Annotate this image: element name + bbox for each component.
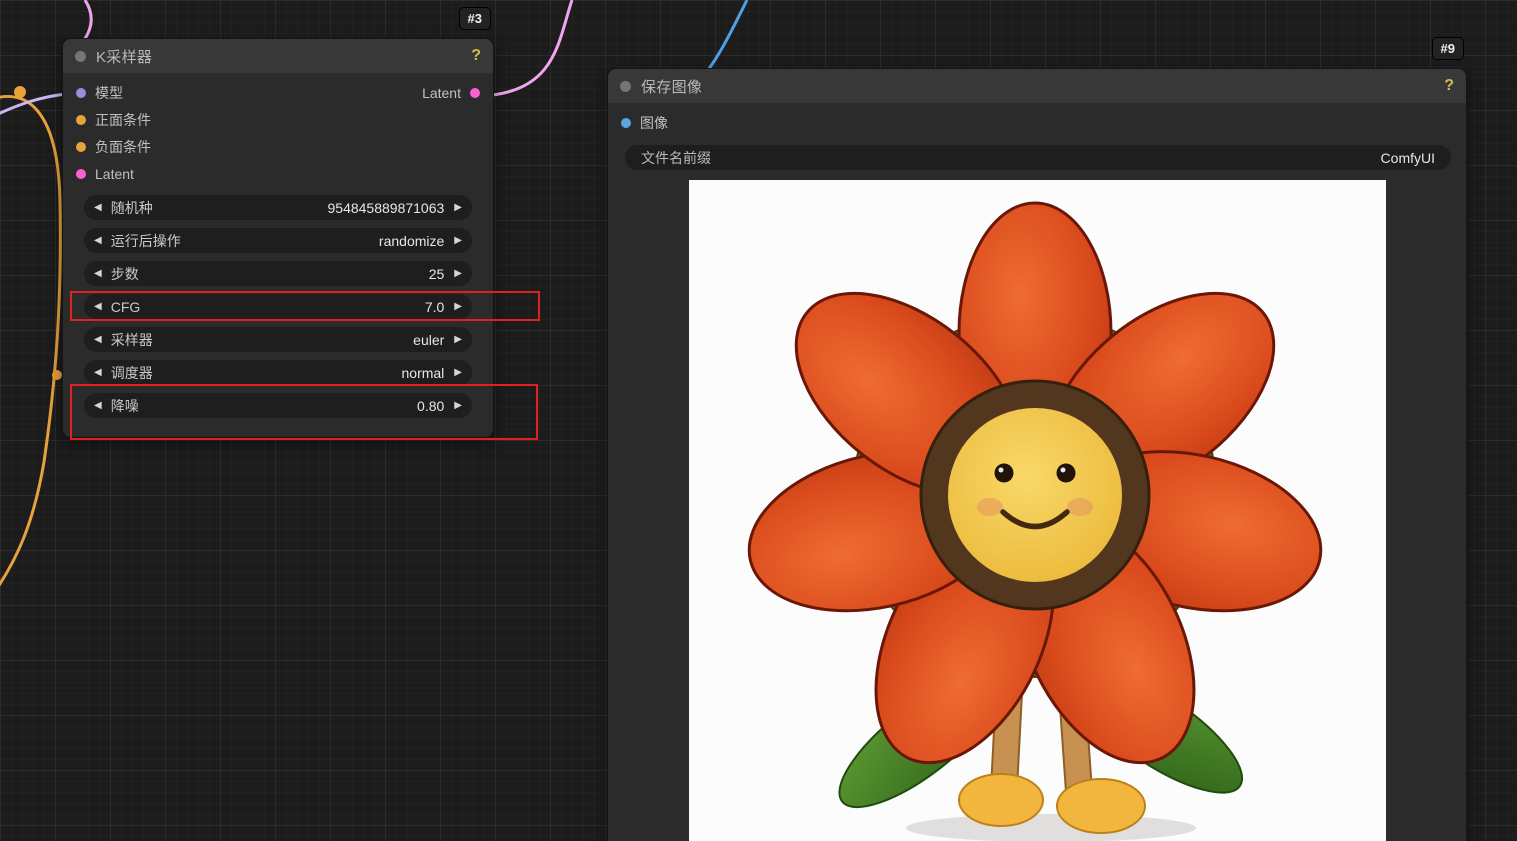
widget-value[interactable]: randomize [379, 233, 444, 249]
widget-label: 文件名前缀 [641, 149, 711, 166]
increment-arrow-icon[interactable] [454, 335, 462, 345]
slot-label: 图像 [640, 114, 668, 131]
widget-value[interactable]: ComfyUI [1381, 150, 1435, 166]
node-save-image[interactable]: #9 保存图像 ? 图像 文件名前缀 ComfyUI [607, 37, 1467, 841]
node-ksampler[interactable]: #3 K采样器 ? 模型 Latent 正面条件 负面条件 Latent ◀ 随… [62, 7, 494, 438]
widget-value[interactable]: 954845889871063 [328, 200, 445, 216]
increment-arrow-icon[interactable] [454, 203, 462, 213]
help-icon[interactable]: ? [1444, 77, 1454, 95]
widget-value[interactable]: euler [413, 332, 444, 348]
increment-arrow-icon[interactable] [454, 368, 462, 378]
widget-label: 步数 [110, 265, 139, 282]
widget-control-after-generate[interactable]: 运行后操作 randomize [84, 228, 472, 253]
preview-image[interactable] [688, 180, 1386, 841]
node-graph-canvas[interactable]: #3 K采样器 ? 模型 Latent 正面条件 负面条件 Latent ◀ 随… [0, 0, 1517, 841]
highlight-box-denoise [70, 384, 538, 440]
help-icon[interactable]: ? [471, 47, 481, 65]
collapse-dot-icon[interactable] [620, 80, 631, 92]
input-slot-model[interactable]: 模型 Latent [63, 79, 493, 106]
node-titlebar[interactable]: 保存图像 ? [608, 69, 1466, 103]
latent-slot-dot-icon[interactable] [76, 168, 86, 179]
decrement-arrow-icon[interactable] [94, 236, 102, 246]
output-slot-latent[interactable]: Latent [422, 79, 480, 106]
widget-label: 运行后操作 [110, 232, 181, 249]
widget-label: 调度器 [110, 364, 153, 381]
input-slot-latent[interactable]: Latent [63, 160, 493, 187]
slot-label: 正面条件 [95, 111, 151, 128]
widget-label: 采样器 [110, 331, 153, 348]
node-id-badge: #9 [1431, 37, 1464, 60]
wire-orange-dot-2 [52, 370, 62, 380]
decrement-arrow-icon[interactable] [94, 368, 102, 378]
wire-orange-left [0, 95, 62, 587]
slot-label: Latent [95, 165, 134, 182]
wire-pink-latent [481, 0, 574, 98]
slot-label: 负面条件 [95, 138, 151, 155]
highlight-box-cfg [70, 291, 540, 321]
slot-list: 模型 Latent 正面条件 负面条件 Latent [63, 73, 493, 187]
input-slot-image[interactable]: 图像 [608, 109, 1466, 136]
node-title: 保存图像 [641, 78, 703, 96]
latent-output-dot-icon[interactable] [470, 87, 480, 98]
widget-scheduler[interactable]: 调度器 normal [84, 360, 472, 385]
input-slot-negative[interactable]: 负面条件 [63, 133, 493, 160]
flower-plush-illustration [688, 180, 1386, 841]
widget-sampler[interactable]: 采样器 euler [84, 327, 472, 352]
wire-purple-left [0, 92, 67, 115]
decrement-arrow-icon[interactable] [94, 335, 102, 345]
wire-orange-dot-1 [14, 86, 26, 98]
model-slot-dot-icon[interactable] [76, 87, 86, 98]
increment-arrow-icon[interactable] [454, 236, 462, 246]
slot-list: 图像 [608, 103, 1466, 136]
widget-label: 随机种 [110, 199, 153, 216]
decrement-arrow-icon[interactable] [94, 203, 102, 213]
widget-filename-prefix[interactable]: 文件名前缀 ComfyUI [625, 145, 1451, 170]
widget-seed[interactable]: 随机种 954845889871063 [84, 195, 472, 220]
node-id-badge: #3 [458, 7, 491, 30]
widget-value[interactable]: normal [402, 365, 445, 381]
slot-label: 模型 [95, 84, 123, 101]
negative-slot-dot-icon[interactable] [76, 141, 86, 152]
node-title: K采样器 [96, 48, 153, 66]
input-slot-positive[interactable]: 正面条件 [63, 106, 493, 133]
decrement-arrow-icon[interactable] [94, 269, 102, 279]
positive-slot-dot-icon[interactable] [76, 114, 86, 125]
widget-value[interactable]: 25 [429, 266, 445, 282]
image-slot-dot-icon[interactable] [621, 117, 631, 128]
widget-steps[interactable]: 步数 25 [84, 261, 472, 286]
increment-arrow-icon[interactable] [454, 269, 462, 279]
collapse-dot-icon[interactable] [75, 50, 86, 62]
node-titlebar[interactable]: K采样器 ? [63, 39, 493, 73]
slot-label: Latent [422, 84, 461, 101]
